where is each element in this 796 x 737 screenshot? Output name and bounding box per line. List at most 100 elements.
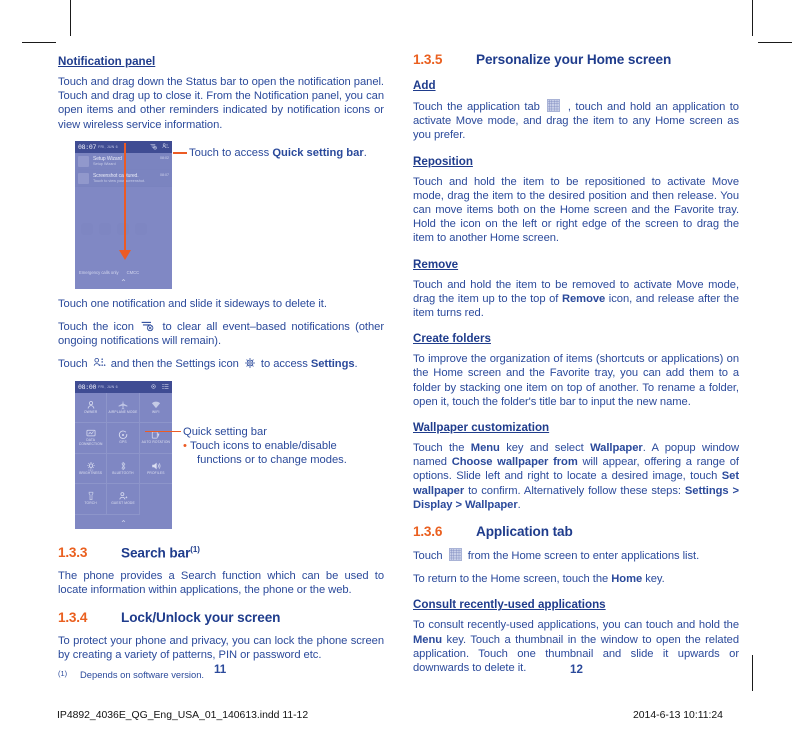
callout-suffix: . bbox=[363, 146, 367, 159]
right-column: 1.3.5 Personalize your Home screen Add T… bbox=[413, 52, 739, 684]
setup-wizard-icon bbox=[78, 155, 89, 167]
qs-label: AIRPLANE MODE bbox=[108, 409, 138, 414]
callout-title: Quick setting bar bbox=[183, 425, 267, 438]
notification-panel-figure: 08:07 FRI, JUN 6 Setup Wizard Setup Wiza… bbox=[58, 140, 384, 289]
delete-notification-paragraph: Touch one notification and slide it side… bbox=[58, 297, 327, 310]
emergency-calls-label: Emergency calls only bbox=[79, 269, 119, 275]
status-bar-icons bbox=[150, 143, 169, 150]
qs-tile-data-connection[interactable]: DATA CONNECTION bbox=[75, 423, 108, 454]
settings-p4: . bbox=[354, 358, 358, 371]
page-canvas: Notification panel Touch and drag down t… bbox=[0, 0, 796, 737]
callout-bold: Quick setting bar bbox=[272, 146, 364, 159]
wallpaper-heading: Wallpaper customization bbox=[413, 421, 550, 435]
panel-close-handle-icon[interactable]: ⌃ bbox=[75, 519, 172, 528]
qs-tile-airplane-mode[interactable]: AIRPLANE MODE bbox=[107, 392, 140, 424]
phone-screenshot-quick-settings: 08:00 FRI, JUN 6 OWNER AIRPLANE MODE WIF… bbox=[75, 380, 172, 529]
qs-tile-wifi[interactable]: WIFI bbox=[139, 393, 172, 424]
callout-leader-line bbox=[145, 430, 181, 433]
footnote-marker: (1) bbox=[190, 544, 200, 554]
application-tab-icon bbox=[448, 548, 462, 562]
app-icon[interactable] bbox=[99, 222, 111, 235]
qs-tile-gps[interactable]: GPS bbox=[107, 423, 140, 454]
indd-filename: IP4892_4036E_QG_Eng_USA_01_140613.indd 1… bbox=[57, 710, 309, 721]
phone-status-bar: 08:00 FRI, JUN 6 bbox=[75, 380, 172, 393]
reposition-heading: Reposition bbox=[413, 154, 473, 168]
crop-mark-top-right-v bbox=[752, 0, 753, 36]
wp-b3: Choose wallpaper from bbox=[451, 456, 578, 469]
list-icon[interactable] bbox=[162, 383, 169, 390]
profiles-icon bbox=[152, 462, 161, 470]
qs-label: OWNER bbox=[83, 409, 98, 414]
carrier-label: CMCC bbox=[126, 269, 140, 275]
qs-label: PROFILES bbox=[147, 470, 165, 475]
clear-all-paragraph: Touch the icon to clear all event–based … bbox=[58, 320, 384, 348]
add-before: Touch the application tab bbox=[413, 101, 545, 113]
qs-tile-owner[interactable]: OWNER bbox=[75, 392, 108, 424]
status-time: 08:07 bbox=[78, 142, 97, 151]
drag-down-arrow-annotation bbox=[119, 142, 131, 260]
quick-settings-icon bbox=[93, 358, 106, 367]
create-folders-heading: Create folders bbox=[413, 332, 491, 346]
consult-b1: Menu bbox=[413, 633, 443, 646]
app-icon[interactable] bbox=[117, 222, 129, 235]
airplane-icon bbox=[118, 400, 128, 410]
phone-screenshot-notification-panel: 08:07 FRI, JUN 6 Setup Wizard Setup Wiza… bbox=[75, 140, 172, 289]
indd-timestamp: 2014-6-13 10:11:24 bbox=[633, 710, 723, 721]
wallpaper-paragraph: Touch the Menu key and select Wallpaper.… bbox=[413, 441, 739, 512]
gear-icon[interactable] bbox=[150, 383, 157, 390]
section-heading-1-3-6: 1.3.6 Application tab bbox=[413, 524, 739, 539]
section-title-text: Search bar bbox=[121, 545, 191, 561]
notification-panel-heading: Notification panel bbox=[58, 55, 156, 68]
gps-icon bbox=[118, 431, 128, 440]
clear-all-before: Touch the icon bbox=[58, 321, 140, 334]
qs-label: BLUETOOTH bbox=[112, 470, 134, 475]
reposition-paragraph: Touch and hold the item to be reposition… bbox=[413, 175, 739, 245]
consult-heading: Consult recently-used applications bbox=[413, 598, 606, 612]
notification-time: 08:02 bbox=[160, 155, 169, 160]
footnote-marker: (1) bbox=[58, 668, 68, 678]
qs-tile-auto-rotation[interactable]: AUTO ROTATION bbox=[139, 423, 172, 454]
wp-t6: . bbox=[517, 498, 521, 511]
app-icon[interactable] bbox=[81, 222, 93, 235]
data-connection-icon bbox=[86, 430, 96, 437]
panel-close-handle-icon[interactable]: ⌃ bbox=[75, 278, 172, 287]
section-number: 1.3.3 bbox=[58, 545, 88, 561]
lock-unlock-paragraph: To protect your phone and privacy, you c… bbox=[58, 634, 384, 661]
qs-tile-profiles[interactable]: PROFILES bbox=[139, 454, 172, 485]
app-icon[interactable] bbox=[135, 222, 147, 235]
settings-p3: to access bbox=[257, 358, 311, 371]
wallpaper-heading-wrap: Wallpaper customization bbox=[413, 418, 739, 441]
qs-label: BRIGHTNESS bbox=[79, 470, 103, 475]
gear-icon bbox=[244, 358, 255, 369]
create-folders-heading-wrap: Create folders bbox=[413, 329, 739, 352]
qs-label: AUTO ROTATION bbox=[141, 440, 171, 445]
callout-quick-settings-description: Quick setting bar Touch icons to enable/… bbox=[145, 425, 383, 467]
qs-label: TORCH bbox=[84, 501, 97, 506]
wp-b2: Wallpaper bbox=[590, 442, 643, 455]
qs-label: GPS bbox=[119, 440, 127, 445]
quick-settings-icon[interactable] bbox=[162, 143, 169, 150]
wp-b1: Menu bbox=[470, 442, 500, 455]
remove-heading-wrap: Remove bbox=[413, 255, 739, 278]
crop-mark-top-left-v bbox=[70, 0, 71, 36]
qs-tile-guest-mode[interactable]: GUEST MODE bbox=[107, 484, 140, 515]
qs-tile-empty bbox=[140, 484, 172, 515]
application-tab-paragraph: Touch from the Home screen to enter appl… bbox=[413, 548, 739, 563]
qs-label: WIFI bbox=[152, 409, 160, 414]
section-number: 1.3.4 bbox=[58, 609, 88, 625]
remove-bold: Remove bbox=[561, 292, 606, 305]
section-title: Application tab bbox=[476, 524, 573, 540]
home-after: key. bbox=[642, 573, 665, 586]
wifi-icon bbox=[151, 401, 160, 409]
section-number: 1.3.5 bbox=[413, 52, 443, 67]
create-folders-paragraph: To improve the organization of items (sh… bbox=[413, 353, 739, 408]
add-heading-wrap: Add bbox=[413, 76, 739, 99]
section-title: Search bar(1) bbox=[121, 545, 200, 561]
qs-tile-brightness[interactable]: BRIGHTNESS bbox=[75, 453, 108, 485]
status-bar-icons bbox=[150, 383, 169, 390]
clear-all-icon[interactable] bbox=[150, 143, 157, 150]
qs-tile-torch[interactable]: TORCH bbox=[75, 484, 108, 515]
qs-tile-bluetooth[interactable]: BLUETOOTH bbox=[107, 453, 140, 485]
section-heading-1-3-4: 1.3.4 Lock/Unlock your screen bbox=[58, 610, 384, 625]
clear-all-icon bbox=[141, 321, 154, 332]
